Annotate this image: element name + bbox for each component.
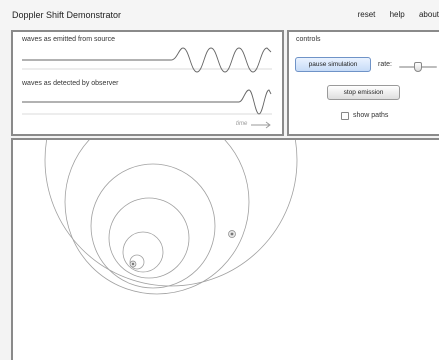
emitted-waveform	[22, 47, 272, 73]
about-link[interactable]: about	[419, 10, 439, 19]
wavefront-circles	[44, 140, 298, 295]
show-paths-checkbox[interactable]	[341, 112, 349, 120]
help-link[interactable]: help	[390, 10, 405, 19]
menu-bar: reset help about	[346, 10, 439, 19]
show-paths-label: show paths	[353, 112, 389, 119]
title-bar: Doppler Shift Demonstrator reset help ab…	[0, 0, 439, 30]
pause-simulation-button[interactable]: pause simulation	[295, 57, 371, 72]
rate-slider[interactable]	[399, 61, 437, 73]
waves-panel: waves as emitted from source waves as de…	[11, 30, 284, 136]
stop-emission-button[interactable]: stop emission	[327, 85, 400, 100]
source-dot-icon	[129, 260, 137, 268]
observer-dot-icon	[228, 230, 236, 238]
wavefront-canvas	[44, 140, 298, 295]
controls-panel: controls pause simulation rate: stop emi…	[287, 30, 439, 136]
wavefront-ring	[44, 140, 298, 287]
waveform-display	[22, 47, 272, 129]
reset-link[interactable]: reset	[358, 10, 376, 19]
controls-title: controls	[296, 36, 321, 43]
detected-waveform	[22, 89, 272, 115]
wavefront-ring	[64, 140, 250, 295]
rate-slider-thumb[interactable]	[414, 62, 422, 72]
wavefront-ring	[108, 197, 190, 279]
app-title: Doppler Shift Demonstrator	[12, 10, 122, 20]
time-axis-label: time	[236, 121, 248, 127]
simulation-area	[11, 138, 439, 360]
rate-label: rate:	[378, 61, 393, 68]
arrow-right-icon	[251, 121, 271, 129]
